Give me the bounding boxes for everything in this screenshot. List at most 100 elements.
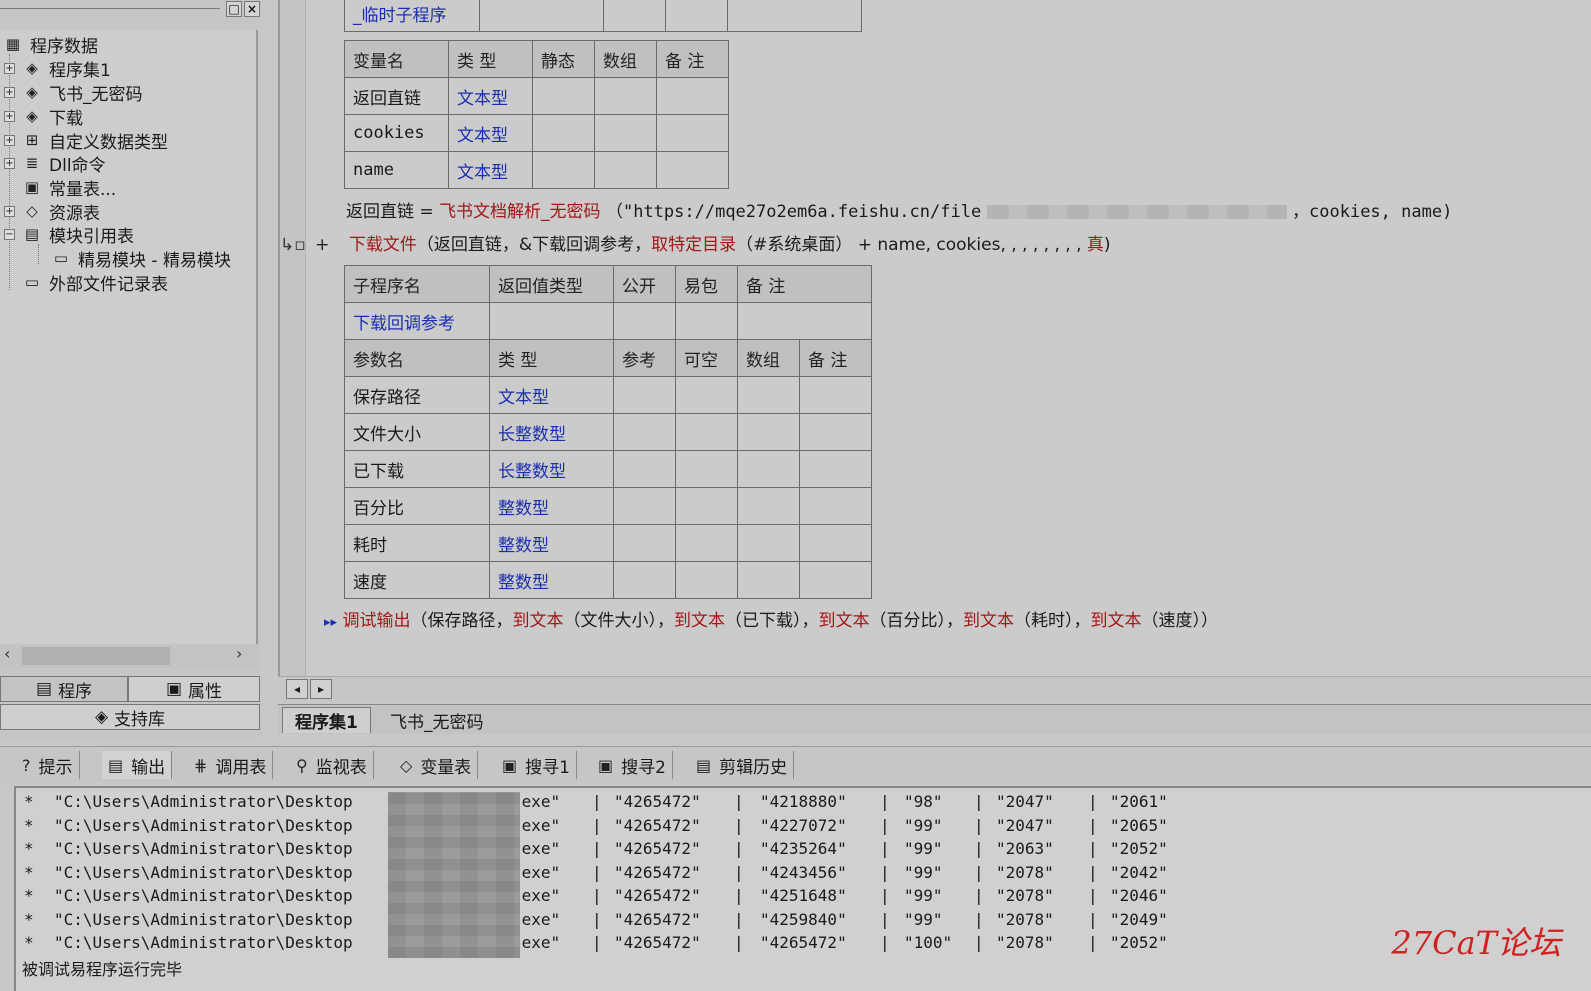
editor-horizontal-scrollbar[interactable]: ◂ ▸ — [278, 676, 1591, 700]
expand-icon[interactable]: + — [4, 134, 15, 146]
tab-properties[interactable]: ▣ 属性 — [128, 676, 260, 702]
expand-icon[interactable]: + — [4, 205, 15, 217]
output-cell: "2052" — [1110, 933, 1168, 952]
scroll-right-icon[interactable]: › — [236, 644, 242, 663]
tree-item-resources[interactable]: + ◇ 资源表 — [4, 199, 100, 224]
tree-item-dll-commands[interactable]: + ≣ Dll命令 — [4, 151, 106, 176]
tree-item-external-files[interactable]: ▭ 外部文件记录表 — [21, 270, 168, 295]
table-row[interactable]: 速度 整数型 — [344, 561, 872, 599]
output-cell: | — [592, 792, 602, 811]
tab-output[interactable]: ▤ 输出 — [102, 751, 173, 779]
param-name[interactable]: 已下载 — [344, 450, 490, 488]
code-line-assign[interactable]: 返回直链 = 飞书文档解析_无密码 （"https://mqe27o2em6a.… — [346, 197, 1452, 222]
expand-icon[interactable]: + — [4, 157, 15, 169]
table-row[interactable]: name 文本型 — [344, 151, 729, 189]
tree-item-jingyi-module[interactable]: ▭ 精易模块 - 精易模块 — [50, 246, 231, 271]
tab-search2[interactable]: ▣ 搜寻2 — [592, 751, 673, 779]
collapse-icon[interactable]: − — [4, 228, 15, 240]
var-name[interactable]: cookies — [344, 114, 449, 152]
output-cell: "2049" — [1110, 909, 1168, 929]
branch-icon: ↳▫ — [280, 235, 306, 255]
watermark: 27CaT论坛 — [1391, 924, 1561, 962]
output-cell: | — [880, 815, 890, 835]
var-type[interactable]: 文本型 — [448, 77, 533, 115]
tree-item-download[interactable]: + ◈ 下载 — [4, 104, 83, 129]
left-panel-tabs: ▤ 程序 ▣ 属性 ◈ 支持库 — [0, 676, 262, 732]
restore-icon[interactable]: □ — [226, 1, 242, 17]
param-name[interactable]: 文件大小 — [344, 413, 490, 451]
subprogram-name[interactable]: 下载回调参考 — [344, 302, 490, 340]
param-name[interactable]: 速度 — [344, 561, 490, 599]
output-cell: | — [734, 839, 744, 858]
output-cell: "98" — [904, 792, 943, 811]
table-row[interactable]: 文件大小 长整数型 — [344, 413, 872, 451]
code-line-debug-output[interactable]: ▸▸ 调试输出（保存路径，到文本（文件大小），到文本（已下载），到文本（百分比）… — [324, 606, 1218, 631]
output-cell: | — [1088, 933, 1098, 952]
var-name[interactable]: 返回直链 — [344, 77, 449, 115]
output-cell: * — [24, 839, 34, 858]
col-header: 备 注 — [656, 40, 729, 78]
tab-watch[interactable]: ⚲ 监视表 — [290, 751, 374, 779]
left-horizontal-scrollbar[interactable]: ‹ › — [0, 644, 258, 668]
temp-sub-name[interactable]: _临时子程序 — [344, 0, 480, 32]
scroll-right-icon[interactable]: ▸ — [310, 679, 332, 699]
tab-assembly1[interactable]: 程序集1 — [282, 707, 371, 733]
code-line-download[interactable]: ↳▫ + 下载文件（返回直链，&下载回调参考，取特定目录（#系统桌面） + na… — [280, 230, 1111, 255]
tree-item-assembly1[interactable]: + ◈ 程序集1 — [4, 56, 111, 81]
expand-icon[interactable]: + — [4, 62, 15, 74]
tree-item-custom-types[interactable]: + ⊞ 自定义数据类型 — [4, 128, 168, 153]
output-cell: "2065" — [1110, 815, 1168, 835]
tree-item-module-refs[interactable]: − ▤ 模块引用表 — [4, 222, 134, 247]
param-type[interactable]: 文本型 — [489, 376, 614, 414]
scroll-left-icon[interactable]: ◂ — [286, 679, 308, 699]
table-row[interactable]: 保存路径 文本型 — [344, 376, 872, 414]
table-row[interactable]: 下载回调参考 — [344, 302, 872, 340]
output-panel[interactable]: * "C:\Users\Administrator\Desktop .exe" | "4… — [14, 786, 1591, 991]
output-cell: | — [592, 933, 602, 952]
output-cell: | — [1088, 815, 1098, 835]
col-header: 返回值类型 — [489, 265, 614, 303]
output-cell: | — [974, 909, 984, 929]
tab-support-library[interactable]: ◈ 支持库 — [0, 704, 260, 730]
tab-clip-history[interactable]: ▤ 剪辑历史 — [690, 751, 795, 779]
expand-marker[interactable]: + — [315, 235, 329, 255]
param-name[interactable]: 保存路径 — [344, 376, 490, 414]
scroll-left-icon[interactable]: ‹ — [4, 644, 10, 663]
tab-hint[interactable]: ? 提示 — [16, 751, 80, 779]
tab-feishu[interactable]: 飞书_无密码 — [378, 707, 496, 733]
var-type[interactable]: 文本型 — [448, 151, 533, 189]
tab-search1[interactable]: ▣ 搜寻1 — [496, 751, 577, 779]
table-row[interactable]: 耗时 整数型 — [344, 524, 872, 562]
tab-variable-table[interactable]: ◇ 变量表 — [394, 751, 479, 779]
table-row[interactable]: 已下载 长整数型 — [344, 450, 872, 488]
output-cell: "4265472" — [614, 886, 701, 905]
param-type[interactable]: 整数型 — [489, 487, 614, 525]
variable-table: 变量名 类 型 静态 数组 备 注 返回直链 文本型 cookies 文本型 n… — [344, 40, 729, 189]
tab-program[interactable]: ▤ 程序 — [0, 676, 128, 702]
output-cell: | — [592, 909, 602, 929]
expand-icon[interactable]: + — [4, 86, 15, 98]
program-data-icon: ▦ — [5, 35, 21, 53]
close-icon[interactable]: × — [244, 1, 260, 17]
var-type[interactable]: 文本型 — [448, 114, 533, 152]
output-cell: | — [592, 815, 602, 835]
output-cell: "4259840" — [760, 909, 847, 929]
col-header: 数组 — [594, 40, 657, 78]
table-row[interactable]: 百分比 整数型 — [344, 487, 872, 525]
tree-item-feishu[interactable]: + ◈ 飞书_无密码 — [4, 80, 143, 105]
tab-call-table[interactable]: ⋕ 调用表 — [188, 751, 274, 779]
param-type[interactable]: 整数型 — [489, 524, 614, 562]
param-name[interactable]: 耗时 — [344, 524, 490, 562]
param-type[interactable]: 长整数型 — [489, 450, 614, 488]
expand-icon[interactable]: + — [4, 110, 15, 122]
code-editor[interactable]: _临时子程序 变量名 类 型 静态 数组 备 注 返回直链 文本型 cookie… — [278, 0, 1591, 700]
param-name[interactable]: 百分比 — [344, 487, 490, 525]
var-name[interactable]: name — [344, 151, 449, 189]
scrollbar-thumb[interactable] — [22, 647, 170, 665]
table-row[interactable]: cookies 文本型 — [344, 114, 729, 152]
tree-item-program-data[interactable]: ▦ 程序数据 — [2, 32, 98, 57]
param-type[interactable]: 长整数型 — [489, 413, 614, 451]
tree-item-constants[interactable]: ▣ 常量表... — [21, 175, 116, 200]
param-type[interactable]: 整数型 — [489, 561, 614, 599]
table-row[interactable]: 返回直链 文本型 — [344, 77, 729, 115]
